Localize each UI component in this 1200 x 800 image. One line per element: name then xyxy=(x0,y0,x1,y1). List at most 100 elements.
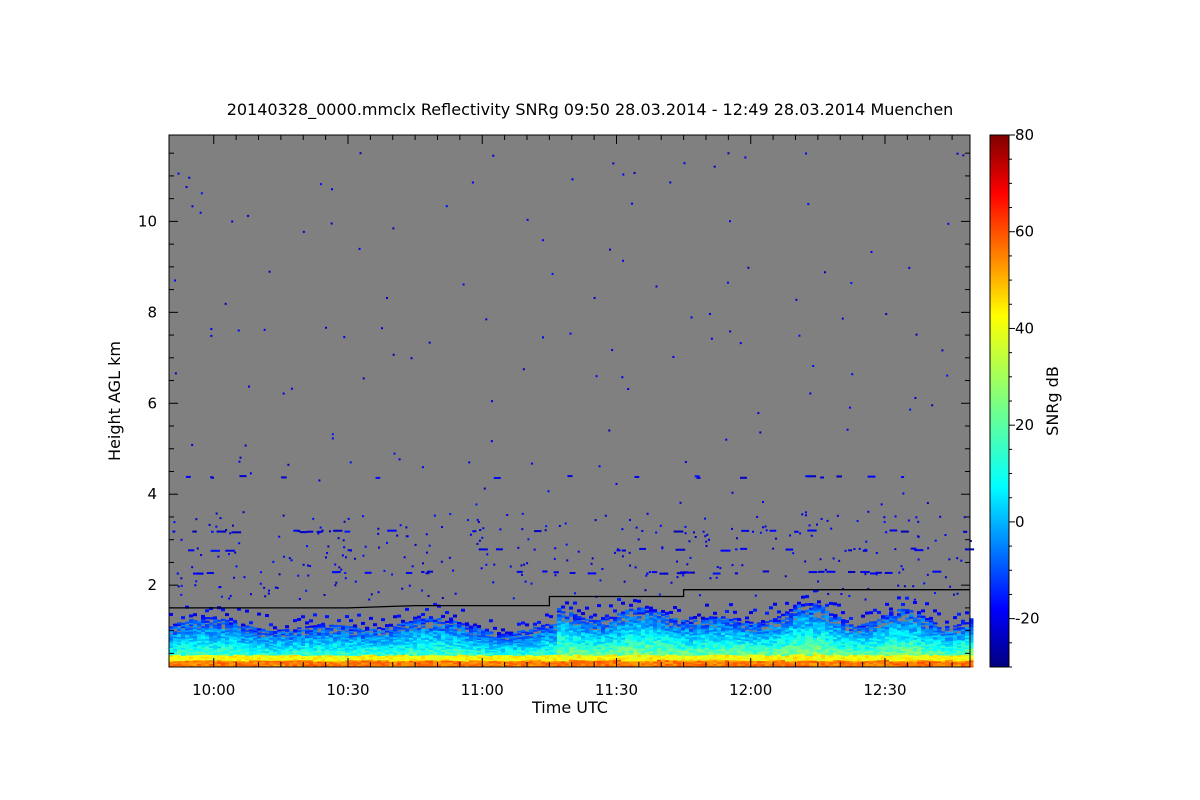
echo-cell xyxy=(797,609,802,613)
echo-cell xyxy=(865,627,870,630)
echo-cell xyxy=(449,617,453,621)
echo-cell xyxy=(621,611,626,614)
echo-cell xyxy=(353,624,357,628)
echo-cell xyxy=(397,626,402,629)
echo-cell xyxy=(421,625,426,628)
echo-cell xyxy=(617,617,622,620)
echo-cell xyxy=(849,616,853,620)
echo-cell xyxy=(325,615,329,619)
echo-cell xyxy=(397,631,402,634)
echo-cell xyxy=(453,624,458,627)
echo-cell xyxy=(829,623,834,626)
echo-cell xyxy=(665,619,670,622)
echo-cell xyxy=(637,620,642,623)
echo-cell xyxy=(585,622,590,625)
echo-cell xyxy=(705,603,709,607)
echo-cell xyxy=(309,625,314,628)
echo-cell xyxy=(285,633,290,635)
echo-cell xyxy=(209,622,214,625)
echo-cell xyxy=(285,637,290,639)
echo-cell xyxy=(837,603,841,607)
echo-cell xyxy=(237,629,242,632)
echo-cell xyxy=(349,626,354,629)
echo-cell xyxy=(661,617,666,620)
echo-cell xyxy=(813,603,818,607)
echo-cell xyxy=(181,622,186,625)
echo-cell xyxy=(561,611,566,614)
echo-cell xyxy=(913,600,917,604)
echo-cell xyxy=(769,619,774,623)
echo-cell xyxy=(333,632,338,635)
echo-cell xyxy=(705,617,710,620)
echo-cell xyxy=(777,610,781,614)
echo-cell xyxy=(713,627,718,630)
echo-cell xyxy=(357,628,362,631)
echo-cell xyxy=(189,627,194,630)
echo-cell xyxy=(785,617,790,620)
echo-cell xyxy=(581,617,586,620)
echo-cell xyxy=(409,630,414,633)
echo-cell xyxy=(905,596,909,600)
echo-cell xyxy=(485,635,490,638)
echo-cell xyxy=(329,633,334,636)
echo-cell xyxy=(473,627,478,630)
echo-cell xyxy=(209,617,214,620)
echo-cell xyxy=(565,622,570,626)
echo-cell xyxy=(401,630,406,633)
echo-cell xyxy=(537,620,541,624)
echo-cell xyxy=(401,627,406,630)
echo-cell xyxy=(397,614,401,618)
echo-cell xyxy=(577,616,582,619)
echo-cell xyxy=(181,616,185,620)
echo-cell xyxy=(609,604,613,608)
echo-cell xyxy=(873,608,877,612)
echo-cell xyxy=(369,628,374,631)
echo-cell xyxy=(337,625,342,628)
echo-cell xyxy=(841,611,845,615)
echo-cell xyxy=(837,616,842,620)
echo-cell xyxy=(833,614,838,617)
echo-cell xyxy=(489,619,493,623)
plot-area xyxy=(169,135,970,667)
echo-cell xyxy=(173,631,178,634)
echo-cell xyxy=(453,620,458,623)
echo-cell xyxy=(449,624,454,628)
echo-cell xyxy=(365,631,370,634)
echo-cell xyxy=(853,629,858,633)
echo-cell xyxy=(813,617,818,620)
echo-cell xyxy=(413,616,417,620)
echo-cell xyxy=(249,626,254,629)
echo-cell xyxy=(545,623,550,626)
echo-cell xyxy=(565,616,570,620)
echo-cell xyxy=(269,636,274,639)
echo-cell xyxy=(205,620,210,623)
echo-cell xyxy=(625,609,630,613)
echo-cell xyxy=(441,614,445,618)
echo-cell xyxy=(757,622,762,625)
echo-cell xyxy=(245,609,249,613)
echo-cell xyxy=(549,624,554,627)
echo-cell xyxy=(577,625,582,628)
echo-cell xyxy=(593,625,598,628)
echo-cell xyxy=(645,614,650,618)
echo-cell xyxy=(797,605,802,608)
echo-cell xyxy=(669,610,673,614)
echo-cell xyxy=(509,631,513,635)
echo-cell xyxy=(593,620,598,623)
echo-cell xyxy=(633,599,637,603)
echo-cell xyxy=(901,621,906,624)
echo-cell xyxy=(401,622,406,625)
echo-cell xyxy=(773,618,778,621)
echo-cell xyxy=(301,629,306,632)
echo-cell xyxy=(589,629,594,633)
echo-cell xyxy=(481,629,486,632)
echo-cell xyxy=(313,613,317,617)
echo-cell xyxy=(313,625,318,628)
echo-cell xyxy=(605,625,610,628)
echo-cell xyxy=(533,626,538,629)
echo-cell xyxy=(781,619,786,622)
echo-cell xyxy=(281,629,286,632)
echo-cell xyxy=(713,611,717,615)
echo-cell xyxy=(341,625,346,628)
echo-cell xyxy=(477,631,482,634)
